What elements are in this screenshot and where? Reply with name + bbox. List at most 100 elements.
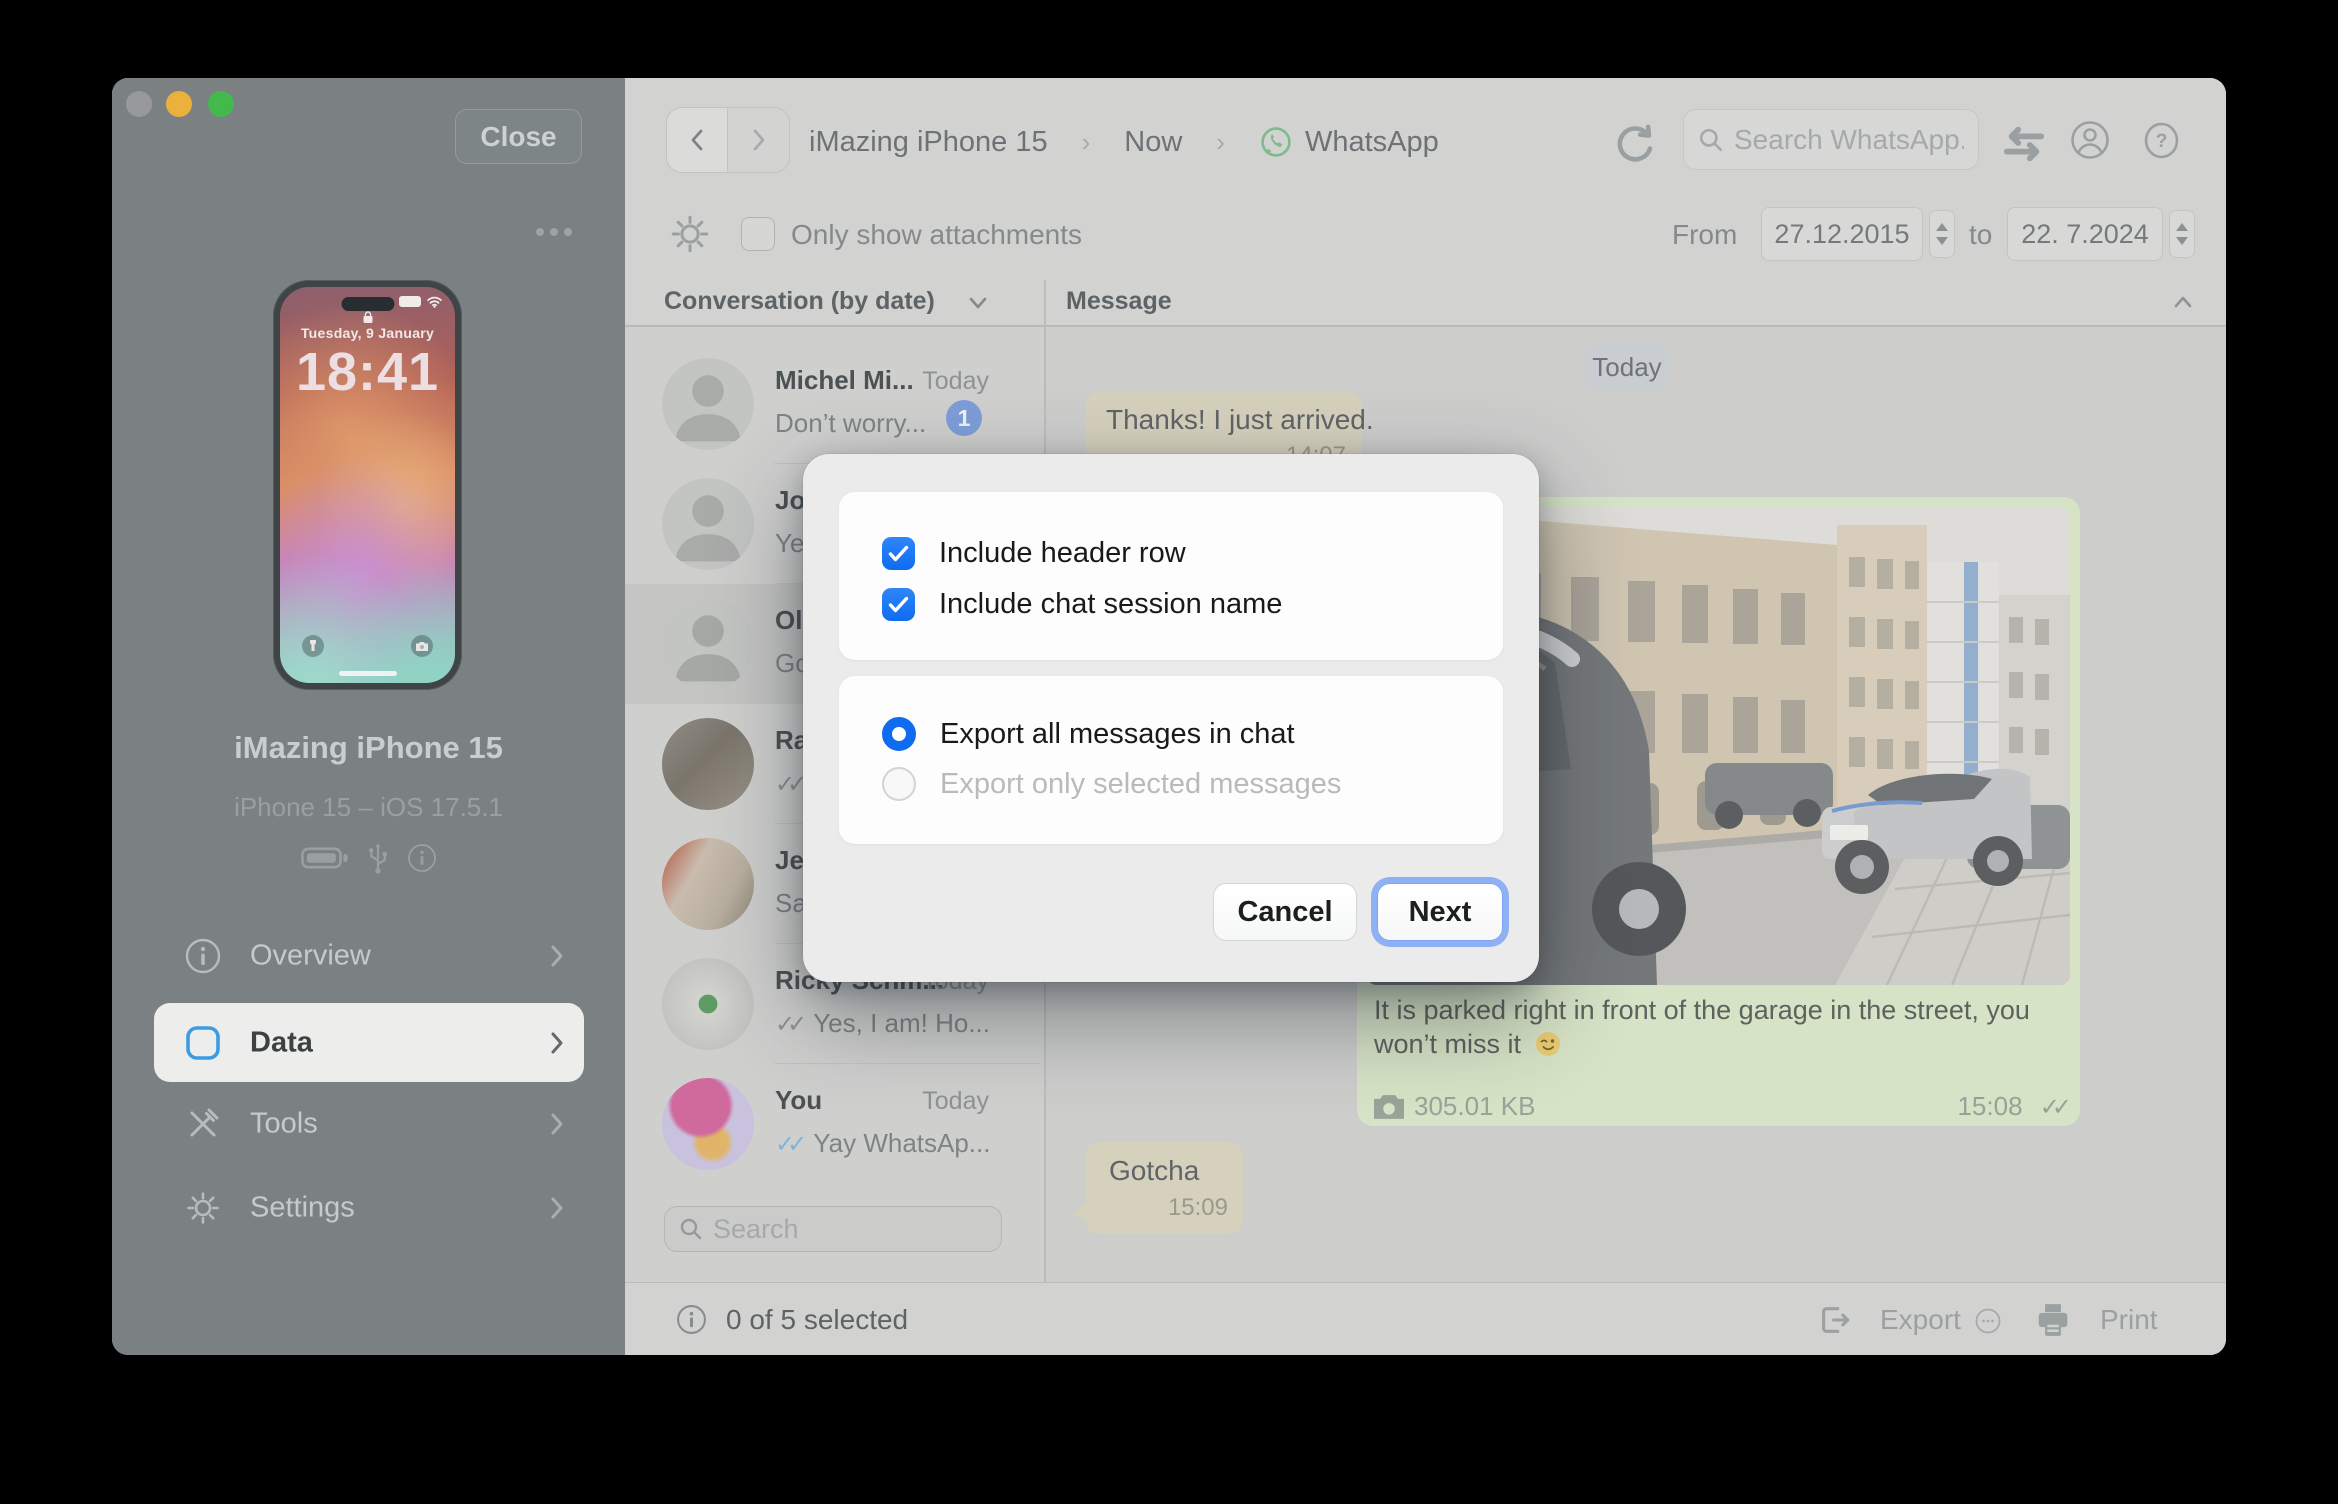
unread-badge: 1 [946,400,982,436]
next-button[interactable]: Next [1377,883,1503,941]
battery-icon [399,296,421,307]
camera-icon [1374,1095,1404,1119]
conversation-preview: ✓✓Yes, I am! Ho... [775,1008,990,1039]
option-label: Include chat session name [939,588,1282,621]
avatar [662,718,754,810]
export-selected-messages-option: Export only selected messages [882,767,1341,801]
refresh-icon[interactable] [1610,120,1660,172]
search-input[interactable] [1734,124,1964,156]
export-options-dialog: Include header row Include chat session … [803,454,1539,982]
chevron-up-icon[interactable] [2173,295,2193,309]
sidebar-item-data[interactable]: Data [154,1003,584,1082]
flashlight-icon [302,635,324,657]
conversation-preview: ✓✓Yay WhatsAp... [775,1128,990,1159]
back-button[interactable] [667,108,728,172]
chevron-down-icon[interactable] [968,296,988,310]
sidebar-item-settings[interactable]: Settings [112,1168,625,1248]
dynamic-island [341,297,394,311]
traffic-light-close[interactable] [126,91,152,117]
print-icon[interactable] [2034,1301,2072,1339]
sidebar-item-label: Settings [250,1192,355,1225]
selection-count: 0 of 5 selected [726,1304,908,1336]
conversation-name: Je [775,845,804,876]
conversation-column-header[interactable]: Conversation (by date) [664,287,935,316]
breadcrumb-app[interactable]: WhatsApp [1305,126,1439,159]
export-all-messages-option[interactable]: Export all messages in chat [882,717,1295,751]
message-time: 15:09 [1168,1194,1228,1222]
wifi-icon [426,296,443,308]
date-separator-pill: Today [1585,344,1669,390]
bubble-tail [1071,1200,1089,1220]
from-date-field[interactable]: 27.12.2015 [1761,207,1923,261]
avatar [662,478,754,570]
attachment-meta: 305.01 KB [1374,1091,1535,1122]
toolbar-search[interactable] [1683,109,1979,170]
export-button[interactable]: Export [1880,1304,1961,1336]
search-icon [679,1217,703,1241]
device-lockscreen: Tuesday, 9 January 18:41 [280,287,455,683]
export-icon[interactable] [1818,1303,1852,1337]
account-icon[interactable] [2069,119,2111,161]
conversation-search-input[interactable] [713,1214,987,1245]
traffic-light-zoom[interactable] [208,91,234,117]
transfer-icon[interactable] [2001,124,2047,164]
sidebar: Close Tuesday, 9 January 18:41 [112,78,625,1355]
info-icon[interactable] [407,843,437,873]
option-label: Export all messages in chat [940,718,1295,751]
avatar [662,838,754,930]
usb-icon [365,842,391,874]
export-options-icon[interactable] [1975,1308,2001,1334]
checkbox-checked-icon[interactable] [882,537,915,570]
include-header-row-option[interactable]: Include header row [882,536,1186,570]
to-date-stepper[interactable] [2169,210,2195,258]
cancel-button[interactable]: Cancel [1213,883,1357,941]
view-settings-gear-icon[interactable] [668,212,712,256]
from-label: From [1672,219,1737,251]
checkbox-checked-icon[interactable] [882,588,915,621]
lockscreen-time: 18:41 [280,341,455,403]
sidebar-item-tools[interactable]: Tools [112,1084,625,1164]
from-date-stepper[interactable] [1929,210,1955,258]
close-button[interactable]: Close [455,109,582,164]
more-options-icon[interactable] [536,228,572,236]
message-bubble-incoming[interactable]: Gotcha 15:09 [1085,1142,1243,1234]
print-button[interactable]: Print [2100,1304,2158,1336]
wink-emoji [1535,1031,1561,1057]
lock-icon [362,311,373,324]
option-label: Include header row [939,537,1186,570]
conversation-name: Michel Mi... [775,365,914,396]
message-text: Thanks! I just arrived. [1106,404,1374,436]
device-name: iMazing iPhone 15 [112,730,625,766]
conversation-name: You [775,1085,822,1116]
conversation-date: Today [922,1087,989,1116]
attachments-label: Only show attachments [791,219,1082,251]
help-icon[interactable]: ? [2142,121,2181,160]
breadcrumb-separator: › [1082,127,1091,158]
traffic-light-minimize[interactable] [166,91,192,117]
conversation-row[interactable]: You Today ✓✓Yay WhatsAp... [625,1064,1045,1184]
avatar [662,598,754,690]
breadcrumb-snapshot[interactable]: Now [1124,126,1182,159]
include-options-group: Include header row Include chat session … [839,492,1503,660]
lockscreen-date: Tuesday, 9 January [280,325,455,341]
delivered-checks-icon: ✓✓ [775,1011,799,1038]
to-date-field[interactable]: 22. 7.2024 [2007,207,2163,261]
battery-status-icon [301,846,349,870]
attachments-checkbox[interactable] [741,217,775,251]
message-column-header: Message [1066,287,1172,316]
include-chat-session-name-option[interactable]: Include chat session name [882,587,1282,621]
header-divider [625,325,2226,327]
to-label: to [1969,219,1992,251]
forward-button[interactable] [728,108,789,172]
chevron-right-icon [550,1196,564,1220]
message-text: Gotcha [1109,1155,1199,1187]
avatar [662,1078,754,1170]
sidebar-item-overview[interactable]: Overview [112,916,625,996]
conversation-row[interactable]: Michel Mi... Today Don’t worry... 1 [625,344,1045,464]
conversation-search[interactable] [664,1206,1002,1252]
whatsapp-icon [1259,125,1293,159]
breadcrumb-device[interactable]: iMazing iPhone 15 [809,126,1048,159]
conversation-name: Jo [775,485,805,516]
gear-icon [184,1189,222,1227]
radio-selected-icon[interactable] [882,717,916,751]
